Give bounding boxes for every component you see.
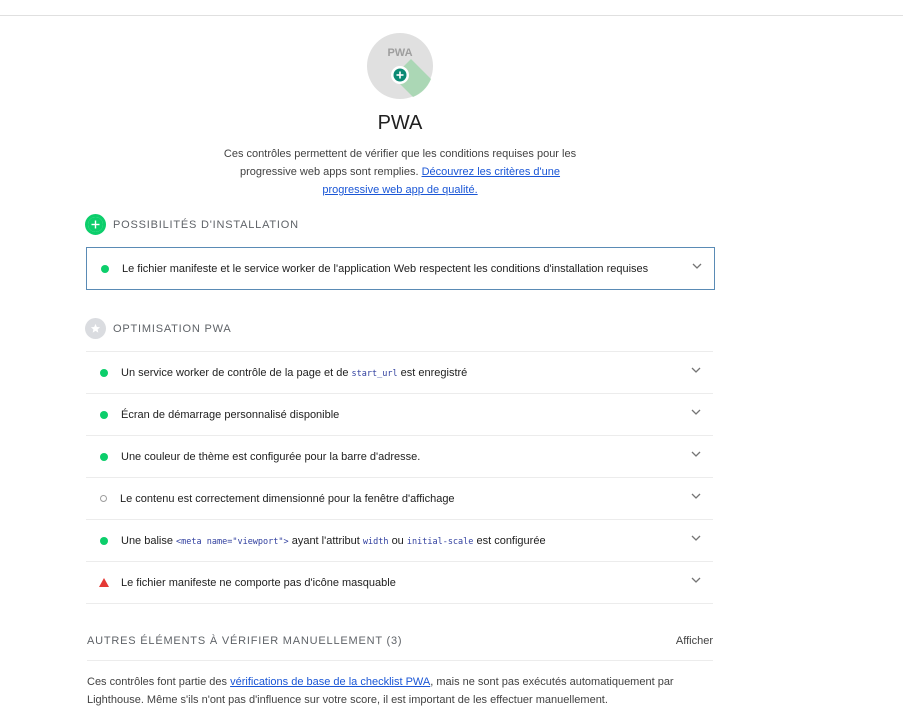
page-title: PWA: [377, 112, 423, 134]
audit-service-worker[interactable]: Un service worker de contrôle de la page…: [86, 351, 713, 393]
audit-label: Une couleur de thème est configurée pour…: [121, 450, 421, 463]
pass-icon: [100, 536, 108, 545]
code-meta-viewport: <meta name="viewport">: [176, 536, 289, 547]
audit-label: Le contenu est correctement dimensionné …: [120, 492, 455, 505]
group-title-optimized: OPTIMISATION PWA: [113, 322, 232, 335]
code-width: width: [362, 536, 389, 547]
audit-maskable-icon[interactable]: Le fichier manifeste ne comporte pas d'i…: [86, 561, 713, 603]
chevron-down-icon[interactable]: [691, 365, 701, 375]
manual-divider: [87, 660, 713, 661]
manual-checks-title: AUTRES ÉLÉMENTS À VÉRIFIER MANUELLEMENT …: [87, 635, 403, 647]
top-divider: [0, 15, 903, 16]
audit-label: Écran de démarrage personnalisé disponib…: [121, 408, 340, 421]
audit-content-width[interactable]: Le contenu est correctement dimensionné …: [86, 477, 713, 519]
audit-theme-color[interactable]: Une couleur de thème est configurée pour…: [86, 435, 713, 477]
audit-label: Le fichier manifeste ne comporte pas d'i…: [121, 576, 396, 589]
pass-icon: [100, 410, 108, 419]
chevron-down-icon[interactable]: [692, 261, 702, 271]
chevron-down-icon[interactable]: [691, 533, 701, 543]
pass-icon: [100, 368, 108, 377]
audit-label: Un service worker de contrôle de la page…: [121, 366, 468, 379]
audit-label: Une balise <meta name="viewport"> ayant …: [121, 534, 546, 547]
chevron-down-icon[interactable]: [691, 407, 701, 417]
audit-splash-screen[interactable]: Écran de démarrage personnalisé disponib…: [86, 393, 713, 435]
star-icon: [85, 318, 106, 339]
chevron-down-icon[interactable]: [691, 491, 701, 501]
chevron-down-icon[interactable]: [691, 575, 701, 585]
audit-label: Le fichier manifeste et le service worke…: [122, 262, 649, 275]
fail-triangle-icon: [99, 578, 109, 587]
group-title-installable: POSSIBILITÉS D'INSTALLATION: [113, 218, 299, 231]
optimized-audit-list: Un service worker de contrôle de la page…: [86, 351, 713, 604]
pass-icon: [100, 452, 108, 461]
chevron-down-icon[interactable]: [691, 449, 701, 459]
installable-audit-box: Le fichier manifeste et le service worke…: [86, 247, 715, 290]
category-description: Ces contrôles permettent de vérifier que…: [220, 145, 580, 199]
pwa-checklist-link[interactable]: vérifications de base de la checklist PW…: [230, 676, 430, 688]
group-header-installable: POSSIBILITÉS D'INSTALLATION: [85, 214, 299, 235]
pwa-badge-icon: PWA: [367, 33, 433, 99]
pwa-badge: PWA: [367, 33, 433, 99]
audit-viewport[interactable]: Une balise <meta name="viewport"> ayant …: [86, 519, 713, 561]
group-header-optimized: OPTIMISATION PWA: [85, 318, 232, 339]
code-start-url: start_url: [351, 368, 398, 379]
category-header: PWA PWA Ces contrôles permettent de véri…: [0, 33, 800, 199]
not-applicable-icon: [100, 495, 107, 502]
pass-icon: [101, 264, 109, 273]
manual-checks-header[interactable]: AUTRES ÉLÉMENTS À VÉRIFIER MANUELLEMENT …: [87, 635, 713, 647]
audit-installable-manifest[interactable]: Le fichier manifeste et le service worke…: [87, 248, 714, 289]
install-plus-icon: [85, 214, 106, 235]
show-manual-button[interactable]: Afficher: [676, 635, 713, 647]
svg-text:PWA: PWA: [387, 47, 412, 59]
code-initial-scale: initial-scale: [406, 536, 474, 547]
manual-checks-description: Ces contrôles font partie des vérificati…: [87, 676, 674, 706]
